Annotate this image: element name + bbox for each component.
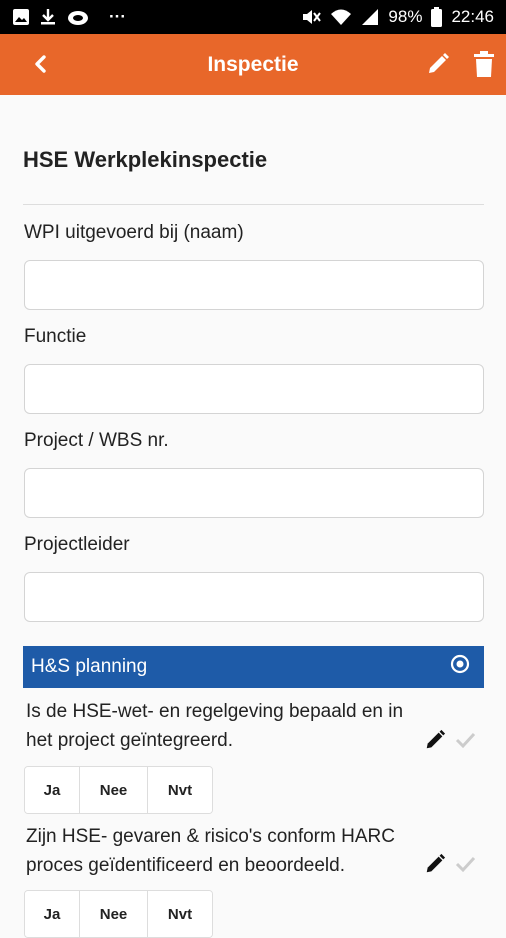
project-wbs-input[interactable] (24, 468, 484, 518)
clock: 22:46 (451, 7, 494, 26)
option-nvt-button[interactable]: Nvt (148, 767, 212, 813)
option-nee-button[interactable]: Nee (80, 767, 148, 813)
question-2-line-1: Zijn HSE- gevaren & risico's conform HAR… (26, 826, 395, 847)
section-title: H&S planning (31, 656, 148, 677)
status-bar: ··· 98% 22:46 (0, 0, 506, 34)
radio-target-icon[interactable] (450, 654, 470, 680)
section-header-hs-planning[interactable]: H&S planning (23, 646, 484, 688)
cloud-icon (66, 8, 90, 26)
more-notifications: ··· (109, 7, 126, 26)
field-label-functie: Functie (24, 326, 87, 347)
pencil-icon[interactable] (424, 853, 446, 880)
wifi-icon (330, 8, 352, 26)
check-icon[interactable] (454, 853, 476, 880)
question-1-line-2: het project geïntegreerd. (26, 730, 234, 751)
back-chevron-icon[interactable] (26, 50, 54, 78)
signal-icon (361, 8, 379, 26)
option-nvt-button[interactable]: Nvt (148, 891, 212, 937)
battery-icon (431, 7, 443, 27)
check-icon[interactable] (454, 729, 476, 756)
status-bar-right: 98% 22:46 (301, 7, 494, 27)
form-title: HSE Werkplekinspectie (23, 147, 268, 172)
trash-icon[interactable] (470, 50, 498, 78)
page-title: Inspectie (207, 52, 299, 76)
option-nee-button[interactable]: Nee (80, 891, 148, 937)
field-label-wpi-naam: WPI uitgevoerd bij (naam) (24, 222, 244, 243)
image-icon (12, 8, 30, 26)
form-content: HSE Werkplekinspectie WPI uitgevoerd bij… (0, 95, 506, 938)
wpi-naam-input[interactable] (24, 260, 484, 310)
download-icon (39, 8, 57, 26)
field-label-projectleider: Projectleider (24, 534, 130, 555)
question-2-line-2: proces geïdentificeerd en beoordeeld. (26, 855, 346, 876)
projectleider-input[interactable] (24, 572, 484, 622)
field-label-project-wbs: Project / WBS nr. (24, 430, 169, 451)
question-1: Is de HSE-wet- en regelgeving bepaald en… (26, 697, 466, 755)
battery-percent: 98% (388, 7, 423, 26)
option-ja-button[interactable]: Ja (25, 767, 80, 813)
functie-input[interactable] (24, 364, 484, 414)
question-1-actions (424, 729, 476, 756)
mute-icon (301, 8, 322, 26)
divider (23, 204, 484, 205)
app-bar: Inspectie (0, 34, 506, 95)
question-2-actions (424, 853, 476, 880)
pencil-icon[interactable] (424, 50, 452, 78)
status-bar-left: ··· (12, 7, 126, 27)
question-2: Zijn HSE- gevaren & risico's conform HAR… (26, 822, 466, 880)
option-ja-button[interactable]: Ja (25, 891, 80, 937)
pencil-icon[interactable] (424, 729, 446, 756)
question-2-options: Ja Nee Nvt (24, 890, 213, 938)
question-1-line-1: Is de HSE-wet- en regelgeving bepaald en… (26, 701, 404, 722)
question-1-options: Ja Nee Nvt (24, 766, 213, 814)
